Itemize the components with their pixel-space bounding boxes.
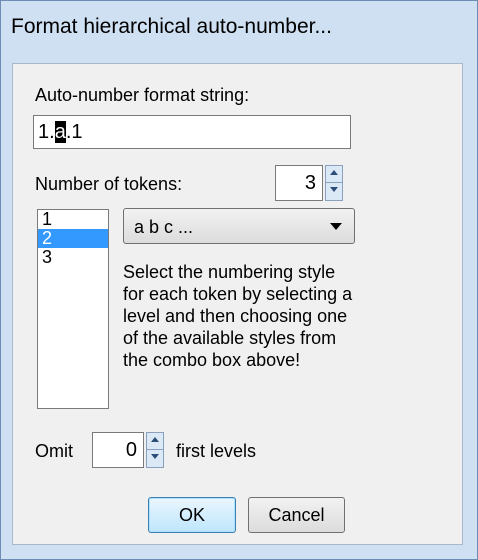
level-list[interactable]: 1 2 3 bbox=[37, 209, 109, 409]
number-of-tokens-label: Number of tokens: bbox=[35, 174, 183, 194]
tokens-spinner[interactable] bbox=[325, 165, 343, 201]
omit-label: Omit bbox=[35, 441, 73, 461]
numbering-style-value: a b c ... bbox=[134, 217, 194, 237]
first-levels-label: first levels bbox=[176, 441, 257, 461]
arrow-down-icon bbox=[330, 187, 338, 192]
title-bar[interactable]: Format hierarchical auto-number... bbox=[1, 1, 477, 61]
dialog-body: Auto-number format string: 1.a.1 Number … bbox=[12, 63, 463, 545]
arrow-up-icon bbox=[151, 437, 159, 442]
cancel-button[interactable]: Cancel bbox=[248, 497, 345, 533]
level-item-3[interactable]: 3 bbox=[38, 248, 108, 267]
tokens-spin-up-button[interactable] bbox=[326, 166, 342, 183]
format-text-selected: a bbox=[54, 121, 66, 143]
dialog-title: Format hierarchical auto-number... bbox=[11, 15, 332, 38]
format-text-after: .1 bbox=[65, 121, 83, 143]
level-item-2[interactable]: 2 bbox=[38, 229, 108, 248]
help-text: Select the numbering style for each toke… bbox=[123, 262, 353, 370]
format-text-before: 1. bbox=[38, 121, 55, 143]
omit-spin-up-button[interactable] bbox=[147, 433, 163, 450]
numbering-style-combo[interactable]: a b c ... bbox=[123, 208, 355, 244]
tokens-spin-down-button[interactable] bbox=[326, 183, 342, 200]
arrow-down-icon bbox=[151, 454, 159, 459]
omit-spinner[interactable] bbox=[146, 432, 164, 468]
format-string-label: Auto-number format string: bbox=[35, 85, 250, 105]
omit-levels-input[interactable]: 0 bbox=[92, 432, 144, 468]
ok-button[interactable]: OK bbox=[148, 497, 236, 533]
omit-spin-down-button[interactable] bbox=[147, 450, 163, 467]
dropdown-arrow-icon bbox=[330, 223, 342, 230]
format-string-input[interactable]: 1.a.1 bbox=[33, 115, 351, 149]
arrow-up-icon bbox=[330, 170, 338, 175]
level-item-1[interactable]: 1 bbox=[38, 210, 108, 229]
format-auto-number-dialog: Format hierarchical auto-number... Auto-… bbox=[0, 0, 478, 560]
number-of-tokens-input[interactable]: 3 bbox=[275, 165, 323, 201]
